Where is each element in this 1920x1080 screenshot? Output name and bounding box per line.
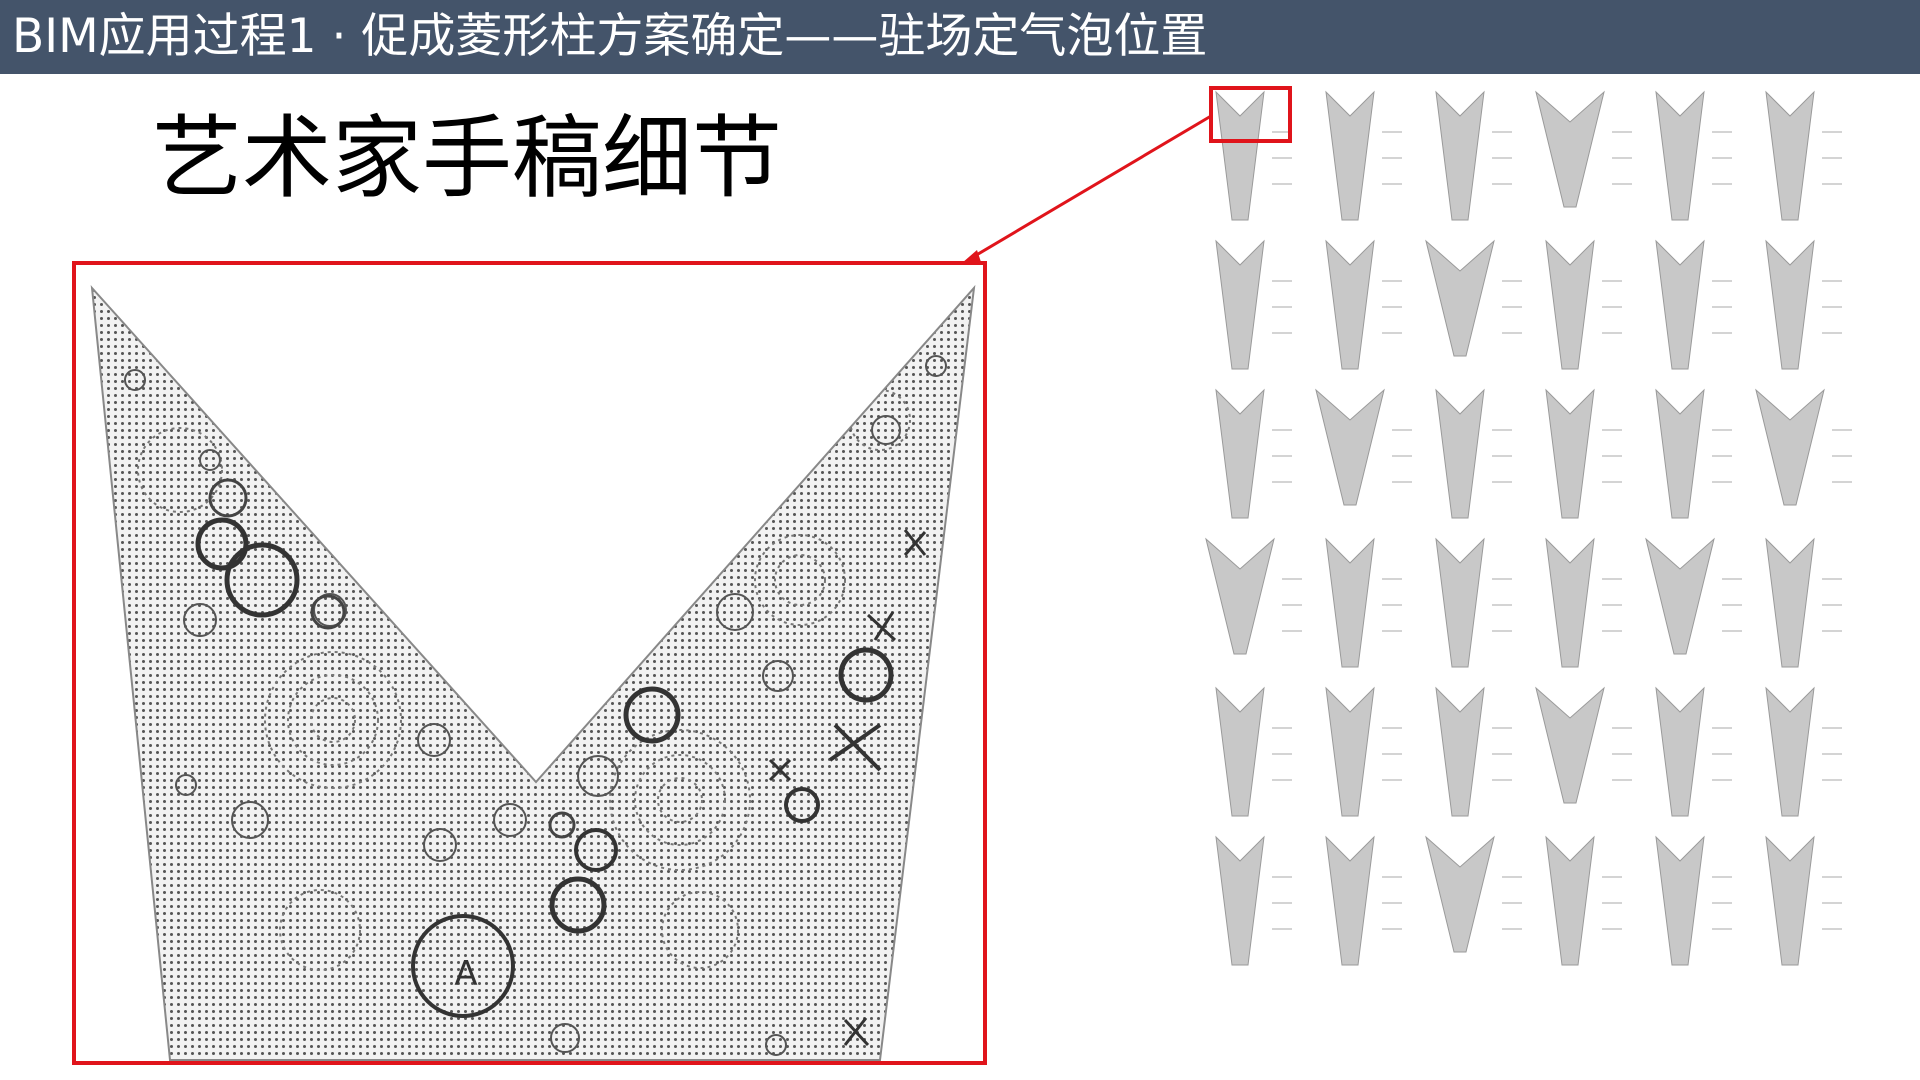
thumbnail-sketch xyxy=(1215,90,1265,221)
thumbnail-sketch xyxy=(1215,686,1265,817)
thumbnail-sketch xyxy=(1435,90,1485,221)
thumbnail-sketch xyxy=(1325,537,1375,668)
thumbnail-sketch xyxy=(1435,388,1485,519)
thumbnail-sketch xyxy=(1765,835,1815,966)
thumbnail-sketch xyxy=(1435,537,1485,668)
thumbnail-sketch xyxy=(1655,835,1705,966)
thumbnail-sketch xyxy=(1765,686,1815,817)
panel-marker-label: A xyxy=(454,954,477,994)
thumbnail-sketch xyxy=(1535,686,1605,804)
thumbnail-sketch xyxy=(1325,239,1375,370)
manuscript-thumbnail-grid xyxy=(1205,90,1852,966)
thumbnail-sketch xyxy=(1325,835,1375,966)
thumbnail-sketch xyxy=(1435,686,1485,817)
thumbnail-sketch xyxy=(1765,537,1815,668)
thumbnail-sketch xyxy=(1425,239,1495,357)
thumbnail-sketch xyxy=(1655,388,1705,519)
thumbnail-sketch xyxy=(1755,388,1825,506)
thumbnail-sketch xyxy=(1535,90,1605,208)
thumbnail-sketch xyxy=(1545,835,1595,966)
thumbnail-sketch xyxy=(1325,90,1375,221)
thumbnail-sketch xyxy=(1315,388,1385,506)
thumbnail-sketch xyxy=(1215,835,1265,966)
thumbnail-sketch xyxy=(1205,537,1275,655)
thumbnail-sketch xyxy=(1545,388,1595,519)
thumbnail-sketch xyxy=(1765,239,1815,370)
zoom-arrow-head xyxy=(962,250,981,263)
thumbnail-sketch xyxy=(1425,835,1495,953)
slide-graphics: A xyxy=(72,86,1852,1065)
thumbnail-sketch xyxy=(1765,90,1815,221)
detail-sketch-panel: A xyxy=(74,263,985,1063)
thumbnail-sketch xyxy=(1545,239,1595,370)
thumbnail-sketch xyxy=(1655,239,1705,370)
thumbnail-sketch xyxy=(1215,239,1265,370)
thumbnail-sketch xyxy=(1215,388,1265,519)
thumbnail-sketch xyxy=(1645,537,1715,655)
thumbnail-sketch xyxy=(1655,90,1705,221)
thumbnail-sketch xyxy=(1655,686,1705,817)
zoom-arrow-line xyxy=(967,114,1212,262)
thumbnail-sketch xyxy=(1325,686,1375,817)
thumbnail-sketch xyxy=(1545,537,1595,668)
